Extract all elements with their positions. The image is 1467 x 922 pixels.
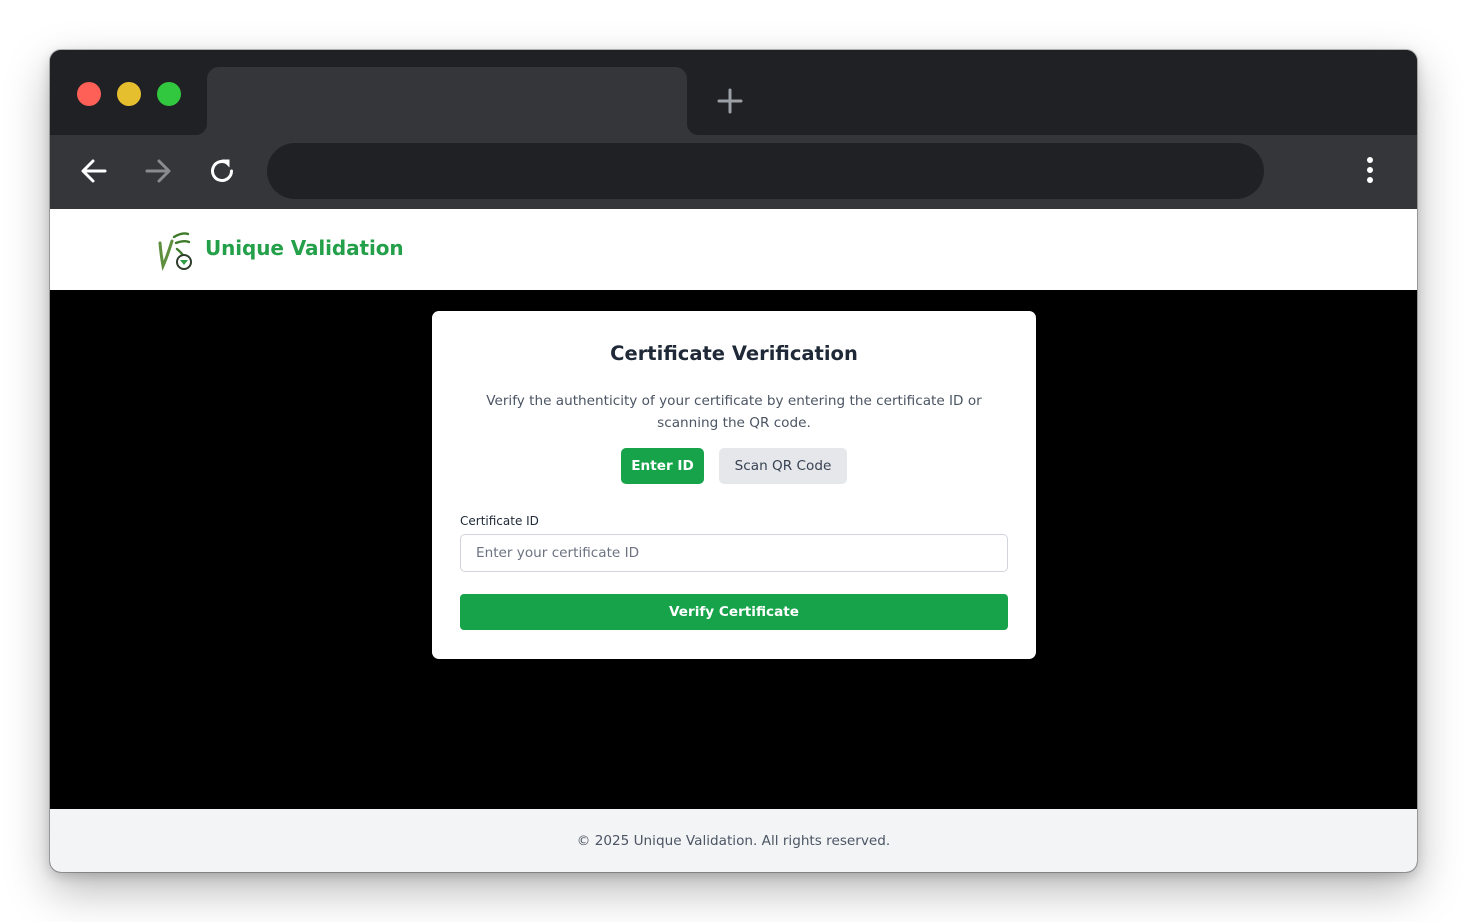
scan-qr-code-button[interactable]: Scan QR Code (719, 448, 847, 484)
browser-window: Unique Validation Certificate Verificati… (50, 50, 1417, 872)
certificate-id-input[interactable] (460, 534, 1008, 572)
enter-id-button[interactable]: Enter ID (621, 448, 704, 484)
browser-toolbar (50, 135, 1417, 209)
site-footer: © 2025 Unique Validation. All rights res… (50, 809, 1417, 872)
arrow-right-icon[interactable] (142, 155, 174, 187)
unique-validation-logo[interactable] (154, 229, 196, 271)
card-description: Verify the authenticity of your certific… (486, 393, 982, 431)
page-viewport: Unique Validation Certificate Verificati… (50, 209, 1417, 872)
minimize-window-button[interactable] (117, 82, 141, 106)
maximize-window-button[interactable] (157, 82, 181, 106)
site-header: Unique Validation (50, 209, 1417, 290)
certificate-id-label: Certificate ID (460, 514, 539, 528)
close-window-button[interactable] (77, 82, 101, 106)
address-bar[interactable] (267, 143, 1264, 199)
copyright-text: © 2025 Unique Validation. All rights res… (576, 833, 891, 849)
reload-icon[interactable] (206, 155, 238, 187)
brand-name[interactable]: Unique Validation (205, 236, 404, 260)
tab-strip (50, 50, 1417, 135)
plus-icon[interactable] (716, 87, 744, 115)
card-title: Certificate Verification (610, 342, 858, 365)
arrow-left-icon[interactable] (78, 155, 110, 187)
verify-certificate-button[interactable]: Verify Certificate (460, 594, 1008, 630)
kebab-menu-icon[interactable] (1358, 154, 1382, 188)
verification-card: Certificate Verification Verify the auth… (432, 311, 1036, 659)
browser-tab[interactable] (195, 67, 699, 135)
